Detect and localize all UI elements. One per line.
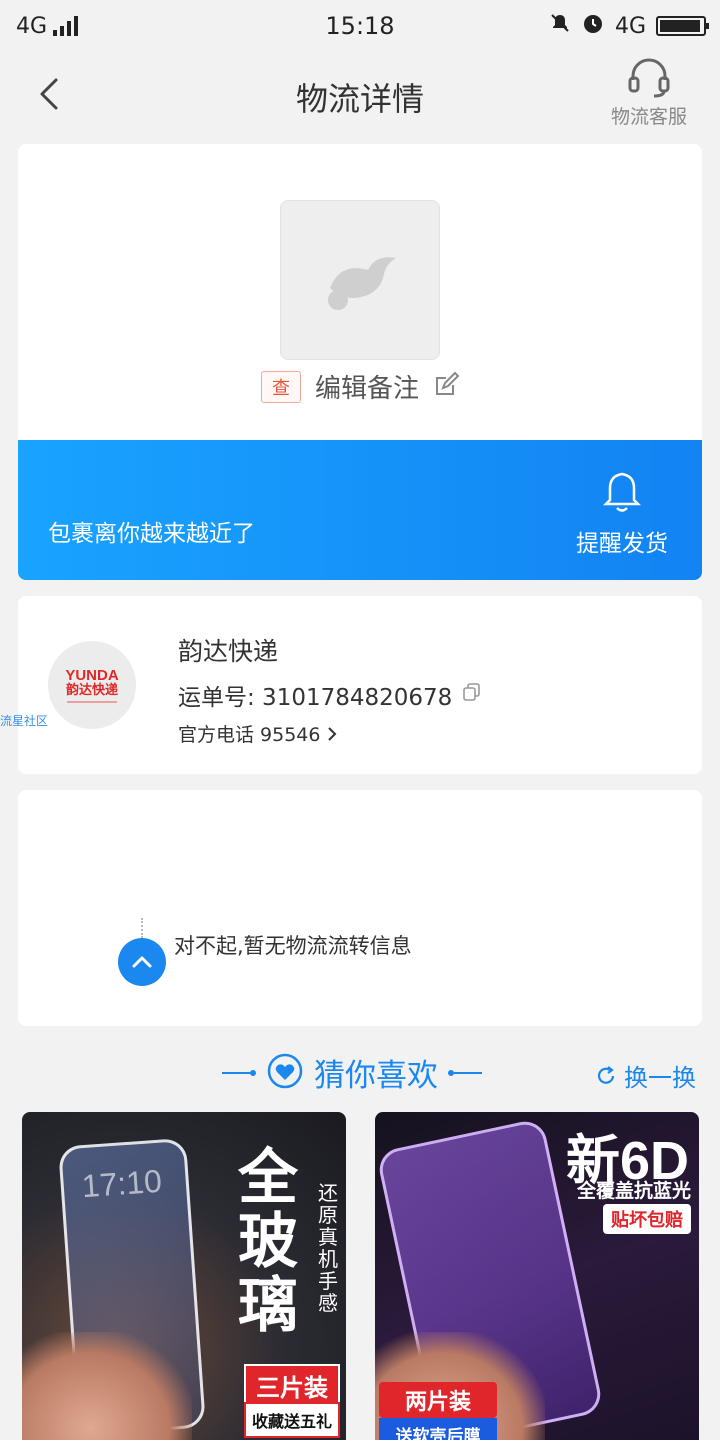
signal-icon [53, 16, 79, 36]
package-image-placeholder [280, 200, 440, 360]
refresh-button[interactable]: 换一换 [594, 1058, 696, 1093]
bird-placeholder-icon [328, 257, 396, 310]
waybill-row: 运单号: 3101784820678 [178, 678, 482, 712]
phone-clock: 17:10 [80, 1162, 163, 1205]
courier-logo: YUNDA 韵达快递 [48, 641, 136, 729]
heart-icon [266, 1052, 304, 1094]
courier-name: 韵达快递 [178, 637, 279, 666]
logo-underline [67, 700, 117, 703]
edit-note-label[interactable]: 编辑备注 [315, 368, 419, 405]
customer-service-label: 物流客服 [610, 106, 687, 128]
remind-ship-label: 提醒发货 [576, 531, 668, 557]
logo-text-en: YUNDA [65, 666, 119, 684]
refresh-label: 换一换 [624, 1064, 696, 1092]
decor-left [222, 1069, 256, 1076]
recommend-title: 猜你喜欢 [314, 1058, 438, 1094]
hand-graphic [22, 1332, 192, 1440]
headset-icon [628, 58, 670, 98]
edit-note-row[interactable]: 查 编辑备注 [18, 368, 702, 405]
product-1-sub-badge: 收藏送五礼 [244, 1402, 340, 1438]
bell-icon [602, 472, 642, 512]
decor-right [448, 1069, 482, 1076]
query-tag[interactable]: 查 [260, 370, 301, 403]
official-phone-link[interactable]: 官方电话 95546 [178, 720, 338, 747]
chevron-right-icon [328, 726, 337, 741]
recommend-header: 猜你喜欢 换一换 [0, 1050, 720, 1096]
tracking-card: 对不起,暂无物流流转信息 [18, 790, 702, 1026]
network-type: 4G [16, 13, 48, 39]
network-type-right: 4G [614, 13, 646, 39]
mute-icon [549, 12, 571, 40]
battery-icon [656, 16, 709, 36]
product-1-headline: 全玻璃 [238, 1143, 298, 1341]
chevron-up-icon [132, 956, 152, 968]
remind-ship-button[interactable]: 提醒发货 [572, 470, 672, 558]
collapse-button[interactable] [118, 938, 166, 986]
logo-text-cn: 韵达快递 [65, 682, 118, 698]
alarm-icon [581, 11, 605, 41]
header: 物流详情 物流客服 [0, 52, 720, 136]
banner-message: 包裹离你越来越近了 [48, 521, 255, 547]
official-phone-label: 官方电话 95546 [178, 724, 321, 746]
product-2-sub-badge: 送软壳后膜 [379, 1418, 497, 1440]
waybill-label: 运单号: 3101784820678 [178, 685, 453, 711]
product-2-subline: 全覆盖抗蓝光 [576, 1180, 691, 1202]
product-card-1[interactable]: 17:10 全玻璃 还原真机手感 三片装 收藏送五礼 [22, 1112, 346, 1440]
status-banner: 包裹离你越来越近了 提醒发货 [18, 440, 702, 580]
status-left: 4G [16, 13, 79, 39]
tracking-empty-message: 对不起,暂无物流流转信息 [174, 934, 412, 958]
product-2-badge: 两片装 [379, 1382, 497, 1418]
timeline-line [141, 918, 143, 938]
status-bar: 4G 15:18 4G [0, 0, 720, 52]
product-2-top-badge: 贴坏包赔 [603, 1204, 691, 1234]
package-card: 查 编辑备注 包裹离你越来越近了 提醒发货 [18, 144, 702, 580]
side-tag: 流星社区 [0, 714, 49, 728]
courier-card: YUNDA 韵达快递 流星社区 韵达快递 运单号: 3101784820678 … [0, 596, 702, 774]
product-1-subline: 还原真机手感 [318, 1181, 338, 1315]
product-1-badge: 三片装 [244, 1364, 340, 1407]
refresh-icon [597, 1065, 615, 1084]
customer-service-button[interactable]: 物流客服 [604, 56, 694, 129]
product-card-2[interactable]: 新6D 全覆盖抗蓝光 贴坏包赔 两片装 送软壳后膜 [375, 1112, 699, 1440]
edit-icon[interactable] [433, 371, 460, 402]
status-right: 4G [549, 11, 709, 41]
recommend-title-wrap: 猜你喜欢 [222, 1050, 482, 1095]
copy-icon[interactable] [462, 682, 482, 708]
